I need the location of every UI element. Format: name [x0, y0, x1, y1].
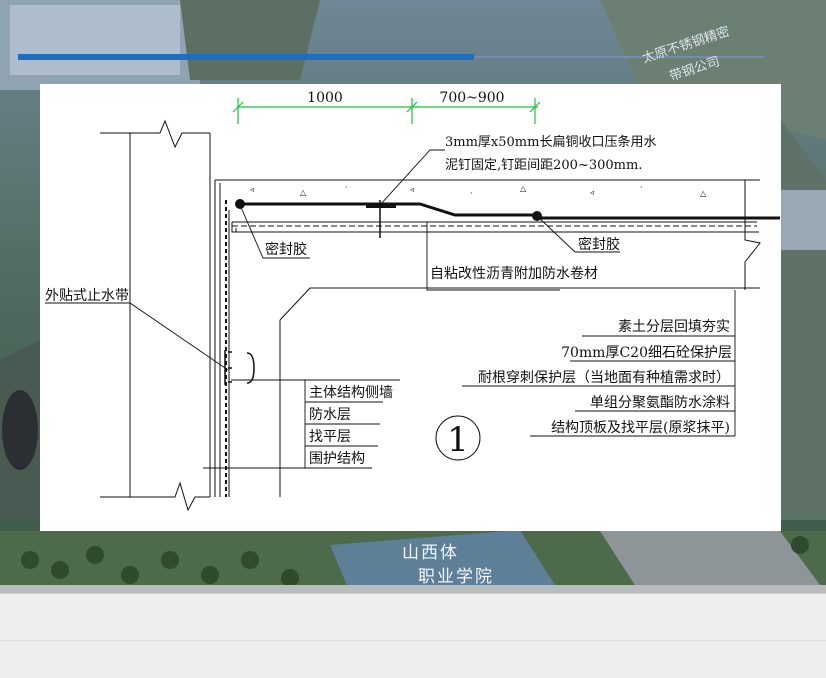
sealant-dot-left: [235, 199, 245, 209]
watermark-campus-line1: 山西体: [402, 543, 459, 563]
copper-strip: [366, 205, 396, 208]
roof-layer-2: 70mm厚C20细石砼保护层: [561, 345, 732, 361]
membrane-label: 自粘改性沥青附加防水卷材: [430, 266, 598, 282]
watermark-campus-line2: 职业学院: [418, 567, 494, 587]
svg-text:·: ·: [640, 183, 643, 192]
svg-text:△: △: [700, 189, 707, 198]
note-strip-line1: 3mm厚x50mm长扁铜收口压条用水: [445, 134, 656, 150]
svg-text:·: ·: [470, 189, 473, 198]
dimension-left-label: 1000: [307, 90, 343, 106]
roof-layer-5: 结构顶板及找平层(原浆抹平): [551, 420, 730, 436]
svg-text:◃: ◃: [250, 185, 254, 194]
svg-text:·: ·: [345, 183, 348, 192]
header-accent-line: [474, 56, 764, 58]
bottom-divider: [0, 640, 826, 641]
roof-layer-4: 单组分聚氨酯防水涂料: [590, 395, 730, 411]
wall-layer-2: 防水层: [309, 407, 351, 423]
header-accent-bar: [18, 54, 474, 60]
roof-layer-1: 素土分层回填夯实: [618, 319, 730, 335]
waterproof-detail-drawing: 1000 700~900 ◃ △ · ◃ · △ ◃ · △ 3mm厚x50mm长扁铜收…: [40, 84, 781, 531]
wall-layer-1: 主体结构侧墙: [309, 385, 393, 401]
roof-layer-3: 耐根穿刺保护层（当地面有种植需求时）: [478, 370, 730, 386]
svg-text:△: △: [300, 188, 307, 197]
dimension-right-label: 700~900: [439, 90, 504, 106]
sealant-left-label: 密封胶: [265, 241, 307, 258]
waterstop-label: 外贴式止水带: [45, 288, 129, 304]
bottom-panel: [0, 593, 826, 678]
sealant-right-label: 密封胶: [578, 236, 620, 253]
svg-text:◃: ◃: [590, 188, 594, 197]
svg-text:△: △: [520, 184, 527, 193]
detail-number: 1: [447, 420, 469, 460]
wall-layer-3: 找平层: [309, 429, 351, 445]
wall-layer-4: 围护结构: [309, 451, 365, 467]
note-strip-line2: 泥钉固定,钉距间距200~300mm.: [445, 158, 642, 173]
svg-text:◃: ◃: [410, 185, 414, 194]
